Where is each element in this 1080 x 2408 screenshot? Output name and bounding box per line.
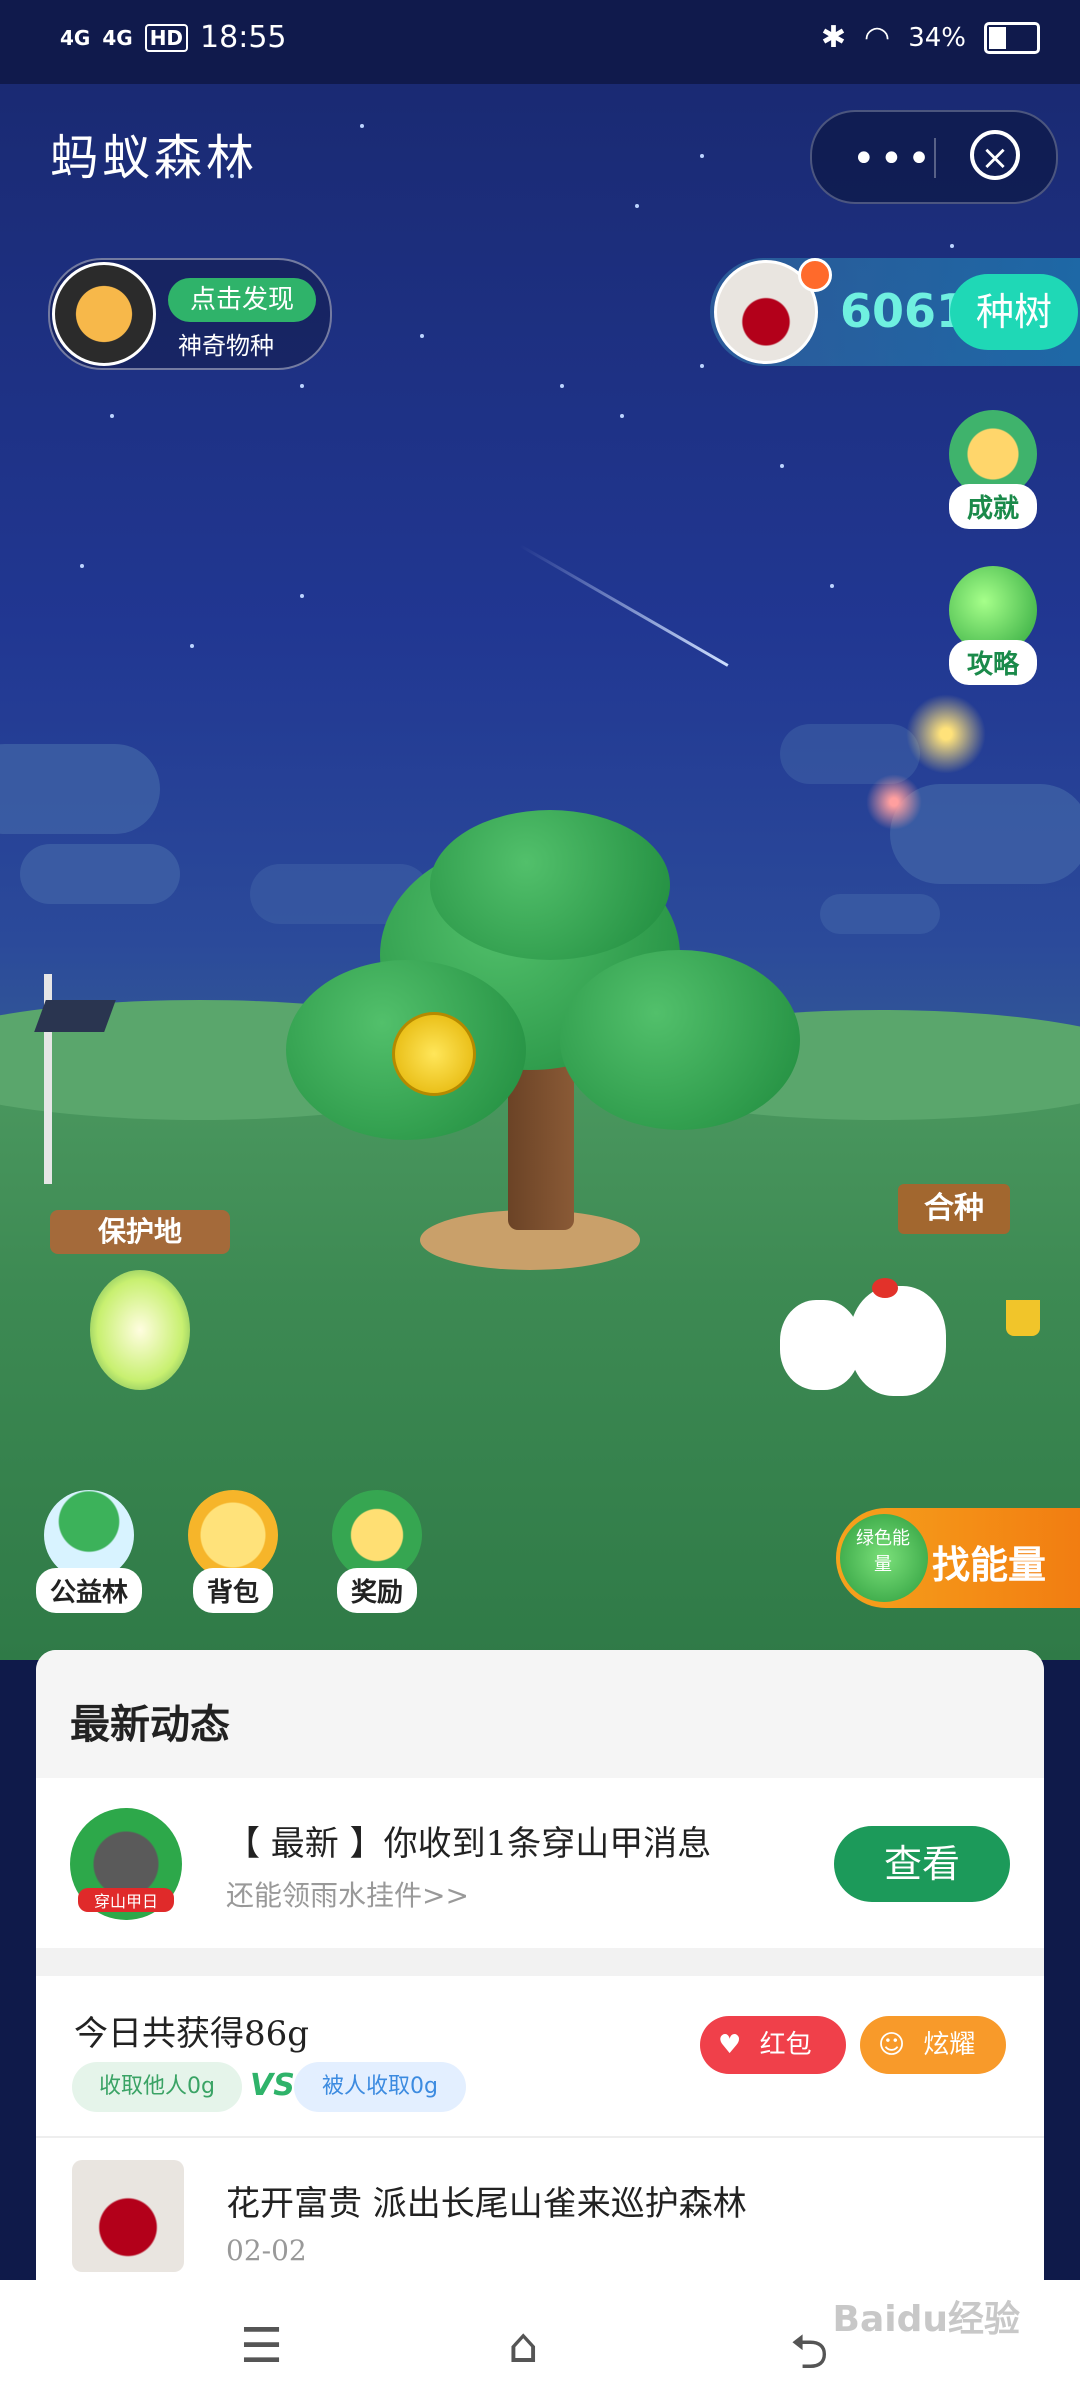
divider (36, 1948, 1044, 1976)
feed-text: 花开富贵 派出长尾山雀来巡护森林 (226, 2184, 747, 2224)
discover-subtitle: 神奇物种 (178, 332, 274, 360)
bluetooth-icon: ✱ (820, 20, 847, 55)
energy-panel: 6061g 种树 (710, 258, 1080, 366)
shooting-star (519, 544, 729, 667)
reward-label: 奖励 (336, 1568, 417, 1613)
reward-button[interactable]: 奖励 (322, 1490, 432, 1613)
species-avatar (52, 262, 156, 366)
find-energy-button[interactable]: 绿色能量 找能量 (836, 1508, 1080, 1608)
wifi-icon: ◠ (864, 20, 891, 55)
backpack-label: 背包 (192, 1568, 273, 1613)
signal-indicator: 4G (60, 25, 91, 50)
charity-forest-label: 公益林 (35, 1568, 142, 1613)
notice-subtitle[interactable]: 还能领雨水挂件>> (226, 1874, 469, 1914)
clock: 18:55 (200, 20, 287, 55)
find-energy-label: 找能量 (932, 1543, 1047, 1587)
today-summary-row: 今日共获得86g 收取他人0g VS 被人收取0g ♥ 红包 ☺ 炫耀 (36, 1976, 1044, 2136)
home-icon[interactable]: ⌂ (508, 2318, 538, 2374)
panel-header: 最新动态 (36, 1650, 1044, 1778)
discover-species-badge[interactable]: 点击发现 神奇物种 (48, 258, 332, 370)
plant-tree-button[interactable]: 种树 (950, 274, 1078, 350)
feed-item[interactable]: 花开富贵 派出长尾山雀来巡护森林 02-02 (36, 2138, 1044, 2290)
portal-glow (90, 1270, 190, 1390)
charity-forest-button[interactable]: 公益林 (34, 1490, 144, 1613)
close-circle-icon[interactable]: × (970, 130, 1020, 180)
heart-icon: ♥ (718, 2030, 742, 2060)
mini-program-capsule: ••• × (810, 110, 1058, 204)
achievement-label: 成就 (948, 484, 1037, 529)
notice-title: 【 最新 】你收到1条穿山甲消息 (226, 1824, 712, 1864)
guide-label: 攻略 (948, 640, 1037, 685)
firework (906, 694, 986, 774)
chicken-character[interactable] (780, 1300, 860, 1390)
status-bar: 4G 4G HD 18:55 ✱ ◠ 34% (0, 0, 1080, 84)
today-total: 今日共获得86g (74, 2014, 310, 2054)
share-icon: ☺ (878, 2030, 906, 2060)
vs-label: VS (250, 2068, 295, 2103)
red-packet-button[interactable]: ♥ 红包 (700, 2016, 846, 2074)
discover-button[interactable]: 点击发现 (168, 278, 316, 322)
battery-percent: 34% (908, 22, 966, 53)
hd-indicator: HD (144, 23, 189, 52)
green-energy-badge: 绿色能量 (856, 1528, 910, 1575)
more-dots-icon[interactable]: ••• (852, 136, 935, 182)
backpack-icon (188, 1490, 278, 1580)
notice-row[interactable]: 穿山甲日 【 最新 】你收到1条穿山甲消息 还能领雨水挂件>> 查看 (36, 1778, 1044, 1948)
achievement-button[interactable]: 成就 (938, 410, 1048, 529)
menu-icon[interactable]: ☰ (240, 2318, 283, 2374)
cooperate-plant-sign[interactable]: 合种 (898, 1184, 1010, 1234)
chicken-comb (872, 1278, 898, 1298)
guide-button[interactable]: 攻略 (938, 566, 1048, 685)
pendant-ornament[interactable] (392, 1012, 476, 1096)
back-icon[interactable]: ⮌ (790, 2318, 828, 2399)
watermark: Baidu经验 (832, 2299, 1020, 2340)
collected-by-pill: 被人收取0g (294, 2062, 466, 2112)
app-title: 蚂蚁森林 (50, 130, 259, 186)
share-button[interactable]: ☺ 炫耀 (860, 2016, 1006, 2074)
backpack-button[interactable]: 背包 (178, 1490, 288, 1613)
protect-area-gate[interactable]: 保护地 (50, 1210, 230, 1400)
share-label: 炫耀 (923, 2030, 976, 2060)
avatar-tag: 穿山甲日 (78, 1888, 174, 1912)
flower-pot[interactable] (1006, 1300, 1040, 1336)
forest-icon (44, 1490, 134, 1580)
signal-indicator: 4G (102, 25, 133, 50)
reward-icon (332, 1490, 422, 1580)
feed-date: 02-02 (226, 2234, 307, 2267)
chicken-character[interactable] (850, 1286, 946, 1396)
rose-avatar (72, 2160, 184, 2272)
solar-panel (34, 1000, 116, 1032)
protect-area-sign: 保护地 (50, 1210, 230, 1254)
latest-activity-panel: 最新动态 穿山甲日 【 最新 】你收到1条穿山甲消息 还能领雨水挂件>> 查看 … (36, 1650, 1044, 2290)
battery-icon (984, 21, 1040, 54)
red-packet-label: 红包 (759, 2030, 812, 2060)
panel-title: 最新动态 (70, 1702, 230, 1748)
view-button[interactable]: 查看 (834, 1826, 1010, 1902)
collect-others-pill: 收取他人0g (72, 2062, 242, 2112)
pangolin-avatar: 穿山甲日 (70, 1808, 182, 1920)
notification-dot (798, 258, 832, 292)
firework (866, 774, 922, 830)
